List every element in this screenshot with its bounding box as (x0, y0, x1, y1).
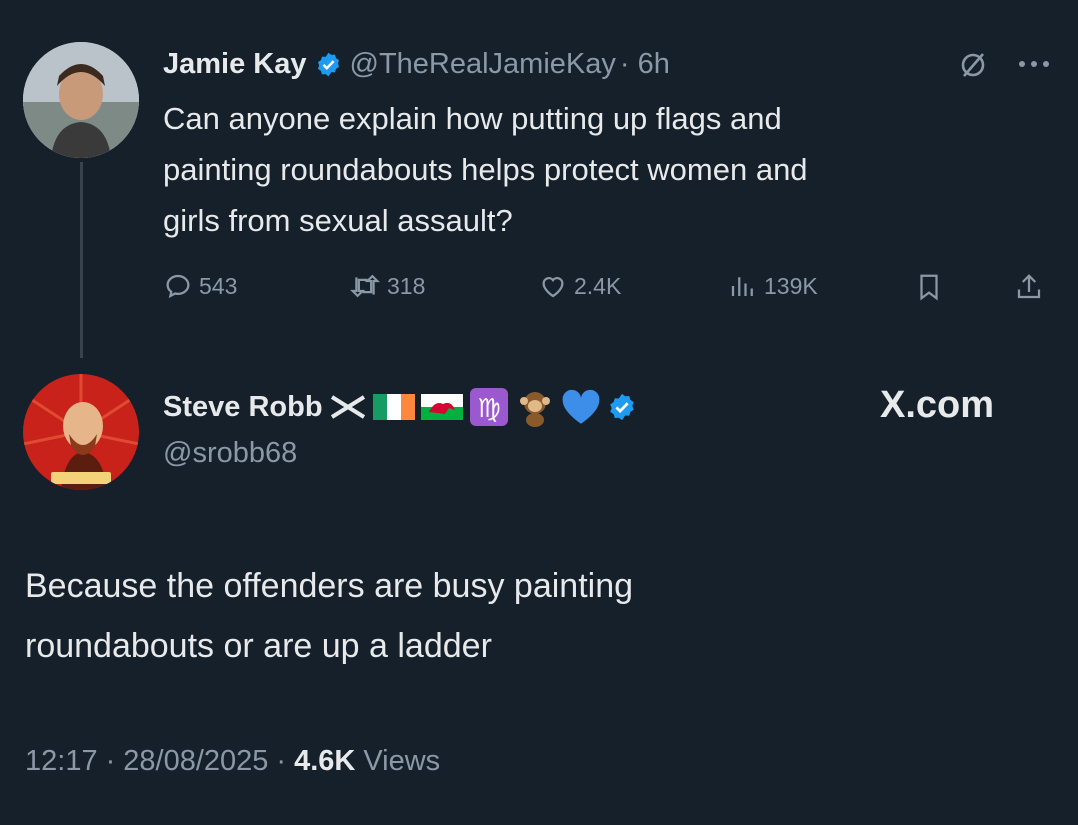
tweet-text-line: girls from sexual assault? (163, 203, 513, 238)
grok-icon[interactable] (958, 50, 988, 80)
reply-author-name[interactable]: Steve Robb (163, 391, 323, 424)
flag-scotland-icon (328, 393, 367, 421)
author-name[interactable]: Jamie Kay (163, 48, 307, 81)
reply-text-line: roundabouts or are up a ladder (25, 627, 492, 665)
jamie-avatar[interactable] (23, 42, 139, 158)
reply-author-handle[interactable]: @srobb68 (163, 437, 297, 470)
author-handle[interactable]: @TheRealJamieKay (350, 48, 616, 81)
tweet-text-line: painting roundabouts helps protect women… (163, 152, 808, 187)
reply-footer: 12:17 · 28/08/2025 · 4.6K Views (25, 745, 440, 778)
like-icon (542, 277, 564, 298)
reply-views-count: 4.6K (294, 745, 356, 777)
footer-separator: · (276, 745, 287, 777)
more-icon[interactable] (1017, 58, 1051, 70)
virgo-icon: ♍ (469, 388, 508, 426)
bookmark-icon[interactable] (914, 272, 944, 302)
views-button[interactable]: 139K (728, 271, 818, 301)
reply-button[interactable]: 543 (163, 271, 237, 301)
tweet-header: Jamie Kay @TheRealJamieKay · 6h (163, 44, 670, 84)
xcom-watermark: X.com (880, 384, 995, 426)
views-icon (731, 277, 753, 296)
reply-time[interactable]: 12:17 (25, 745, 98, 778)
reply-icon (166, 274, 190, 299)
repost-icon (350, 274, 380, 298)
repost-count: 318 (387, 272, 426, 299)
like-count: 2.4K (574, 272, 622, 299)
svg-text:♍: ♍ (477, 394, 500, 424)
like-button[interactable]: 2.4K (538, 271, 621, 301)
flag-wales-icon (420, 394, 463, 420)
footer-separator: · (105, 745, 116, 777)
thread-line (80, 162, 83, 358)
reply-views-label: Views (363, 745, 441, 777)
share-icon[interactable] (1014, 272, 1044, 302)
flag-ireland-icon (372, 394, 415, 420)
repost-button[interactable]: 318 (349, 271, 425, 301)
blue-heart-icon (562, 389, 599, 424)
steve-avatar[interactable] (23, 374, 139, 490)
reply-date[interactable]: 28/08/2025 (123, 745, 268, 778)
reply-text: Because the offenders are busy painting … (25, 556, 1025, 676)
tweet-time[interactable]: · 6h (620, 48, 670, 81)
views-count: 139K (764, 272, 818, 299)
reply-count: 543 (199, 272, 238, 299)
monkey-icon (519, 392, 550, 427)
reply-text-line: Because the offenders are busy painting (25, 567, 634, 605)
reply-header: Steve Robb ♍ (163, 385, 637, 429)
tweet-text: Can anyone explain how putting up flags … (163, 93, 1043, 246)
tweet-text-line: Can anyone explain how putting up flags … (163, 101, 782, 136)
verified-badge-icon (609, 393, 634, 421)
verified-badge-icon (317, 52, 339, 76)
